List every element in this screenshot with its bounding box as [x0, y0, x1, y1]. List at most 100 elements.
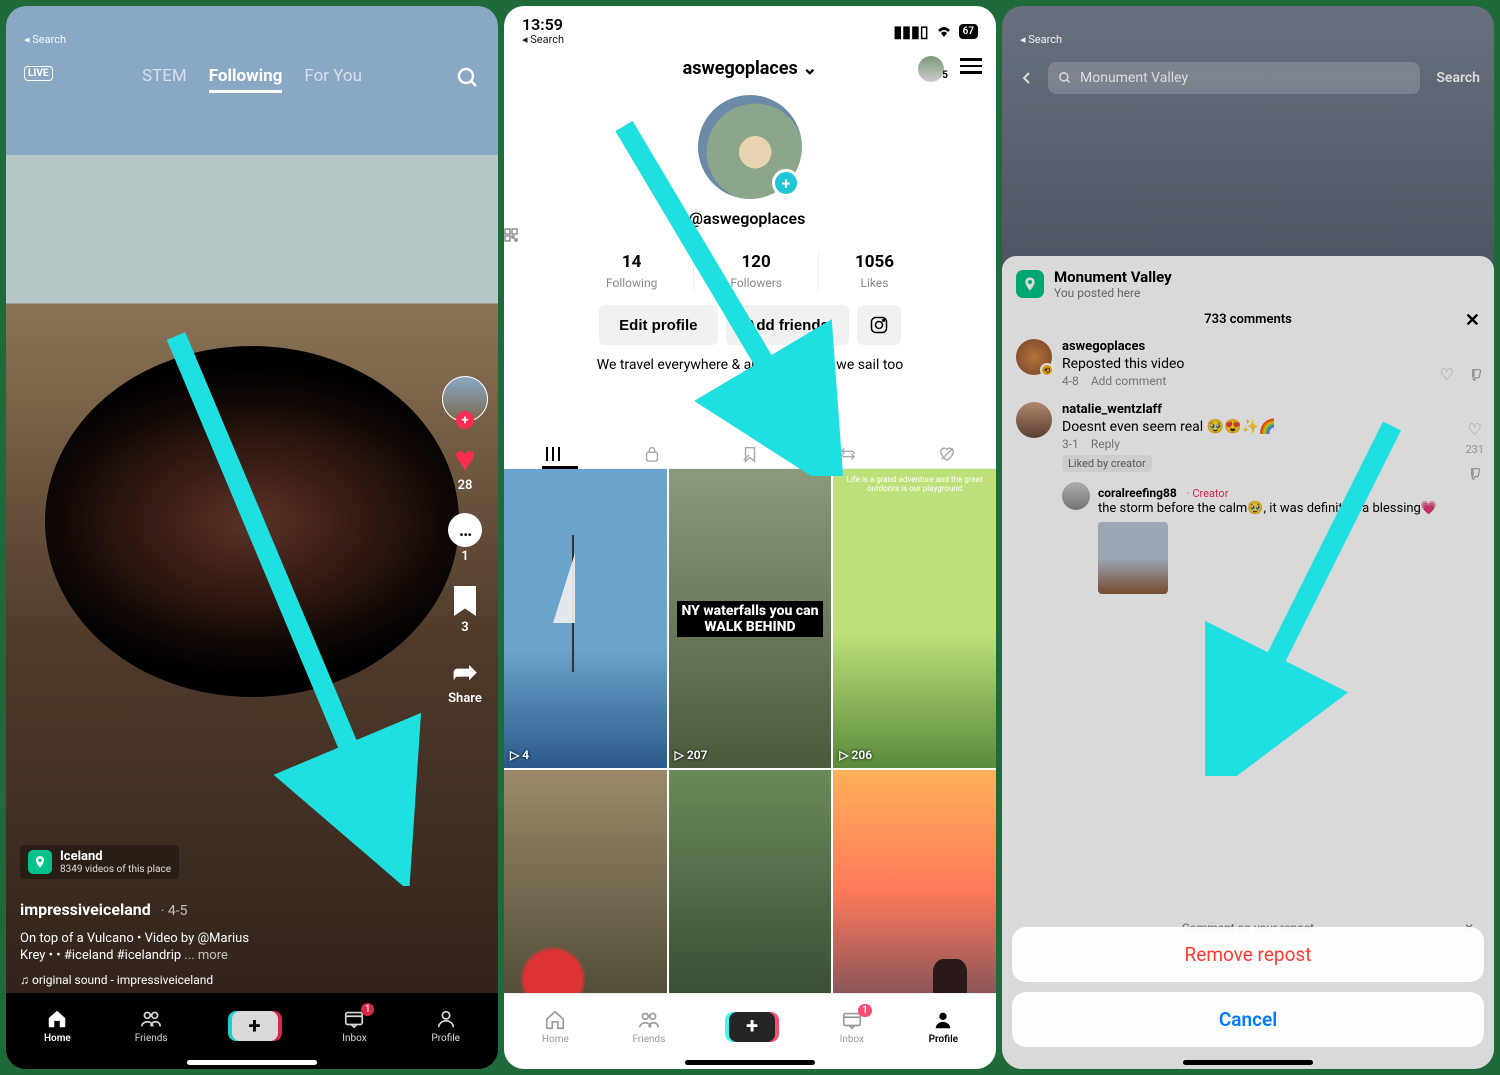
- comment-reactions: ♡ 231: [1465, 420, 1484, 482]
- action-sheet: Remove repost Cancel: [1012, 927, 1484, 1047]
- nav-create[interactable]: +: [729, 1012, 775, 1042]
- nav-profile[interactable]: Profile: [929, 1009, 959, 1045]
- location-row[interactable]: Monument Valley You posted here: [1016, 268, 1480, 300]
- tab-following[interactable]: Following: [209, 66, 283, 93]
- reply-item[interactable]: coralreefing88 · Creator the storm befor…: [1062, 482, 1480, 594]
- like-button[interactable]: ♥ 28: [446, 440, 484, 493]
- battery-icon: 67: [959, 24, 978, 39]
- tab-foryou[interactable]: For You: [304, 66, 362, 93]
- stat-likes[interactable]: 1056Likes: [855, 252, 894, 291]
- reply-thumbnail[interactable]: [1098, 522, 1168, 594]
- tab-grid[interactable]: [533, 440, 573, 468]
- cancel-button[interactable]: Cancel: [1012, 992, 1484, 1047]
- share-icon: ➦: [446, 653, 484, 691]
- comments-header: 733 comments ✕: [1016, 312, 1480, 327]
- back-icon[interactable]: [1016, 67, 1038, 89]
- comment-icon: [448, 513, 482, 547]
- search-icon[interactable]: [456, 66, 480, 90]
- qr-icon[interactable]: [504, 228, 996, 242]
- panel-profile: 13:59 ◂ Search ▮▮▮▯ 67 aswegoplaces ⌄ 5 …: [504, 6, 996, 1069]
- post-date: · 4-5: [161, 903, 188, 919]
- profile-avatar[interactable]: +: [698, 95, 802, 199]
- instagram-icon: [869, 315, 889, 335]
- creator-avatar[interactable]: +: [442, 376, 488, 422]
- location-sub: You posted here: [1054, 286, 1172, 300]
- nav-inbox[interactable]: 1 Inbox: [839, 1009, 865, 1045]
- nav-create[interactable]: +: [232, 1011, 278, 1041]
- username-dropdown[interactable]: aswegoplaces ⌄: [683, 58, 818, 79]
- instagram-button[interactable]: [857, 305, 901, 345]
- sound-row[interactable]: ♫ original sound - impressiveiceland: [20, 973, 213, 987]
- plus-icon: +: [232, 1011, 278, 1041]
- dislike-icon[interactable]: [1468, 367, 1484, 383]
- profile-content-tabs: [504, 432, 996, 469]
- reply-link[interactable]: Reply: [1091, 437, 1120, 451]
- grid-overlay-text: Life is a grand adventure and the great …: [839, 475, 990, 493]
- like-icon[interactable]: ♡: [1440, 365, 1454, 384]
- grid-item[interactable]: Life is a grand adventure and the great …: [833, 469, 996, 768]
- profile-handle: @aswegoplaces: [504, 209, 996, 242]
- menu-icon[interactable]: [960, 58, 982, 74]
- nav-friends[interactable]: Friends: [633, 1009, 666, 1045]
- stat-followers[interactable]: 120Followers: [730, 252, 782, 291]
- nav-inbox[interactable]: 1 Inbox: [341, 1008, 367, 1044]
- heart-icon: ♥: [446, 440, 484, 478]
- tab-reposts[interactable]: [828, 440, 868, 468]
- reply-text: the storm before the calm🥹, it was defin…: [1098, 501, 1437, 516]
- qa-link[interactable]: ❓Q&A: [504, 406, 996, 422]
- nav-home[interactable]: Home: [44, 1008, 71, 1044]
- profile-bio: We travel everywhere & anywhere, and we …: [504, 357, 996, 373]
- nav-friends[interactable]: Friends: [135, 1008, 168, 1044]
- profile-icon: [433, 1008, 459, 1030]
- grid-item[interactable]: ▷ 4: [504, 469, 667, 768]
- comment-avatar[interactable]: [1016, 402, 1052, 438]
- pin-icon: [28, 850, 52, 874]
- video-grid: ▷ 4 NY waterfalls you can WALK BEHIND ▷ …: [504, 469, 996, 1069]
- caption[interactable]: On top of a Vulcano • Video by @Marius K…: [20, 930, 408, 965]
- reply-avatar[interactable]: [1062, 482, 1090, 510]
- bookmark-button[interactable]: 3: [446, 582, 484, 635]
- grid-overlay-text: NY waterfalls you can WALK BEHIND: [677, 601, 824, 637]
- bookmark-count: 3: [461, 620, 468, 635]
- more-link[interactable]: ... more: [184, 948, 228, 963]
- nav-profile[interactable]: Profile: [431, 1008, 460, 1044]
- search-go[interactable]: Search: [1436, 70, 1480, 86]
- breadcrumb-back[interactable]: ◂ Search: [522, 34, 564, 46]
- account-switch-avatar[interactable]: [918, 56, 944, 82]
- comment-user[interactable]: natalie_wentzlaff: [1062, 402, 1440, 417]
- like-icon[interactable]: ♡: [1468, 420, 1482, 439]
- tab-saved[interactable]: [730, 440, 770, 468]
- dislike-icon[interactable]: [1467, 466, 1483, 482]
- comment-user[interactable]: aswegoplaces: [1062, 339, 1440, 354]
- action-rail: + ♥ 28 1 3 ➦ Share: [442, 376, 488, 706]
- nav-home[interactable]: Home: [542, 1009, 569, 1045]
- stat-following[interactable]: 14Following: [606, 252, 657, 291]
- add-comment-link[interactable]: Add comment: [1091, 374, 1166, 388]
- breadcrumb-back[interactable]: ◂ Search: [24, 34, 66, 46]
- location-chip[interactable]: Iceland 8349 videos of this place: [20, 845, 179, 879]
- panel-feed: 13:59 ◂ Search ▮▮▮▯ 67 LIVE STEM Followi…: [6, 6, 498, 1069]
- share-button[interactable]: ➦ Share: [446, 653, 484, 706]
- add-friends-button[interactable]: Add friends: [726, 305, 849, 345]
- tab-stem[interactable]: STEM: [142, 66, 187, 93]
- search-field[interactable]: Monument Valley: [1048, 62, 1420, 94]
- close-icon[interactable]: ✕: [1465, 310, 1480, 331]
- comment-date: 3-1: [1062, 437, 1079, 451]
- comment-item[interactable]: ⟲ aswegoplaces Reposted this video 4-8 A…: [1016, 339, 1480, 388]
- comment-avatar[interactable]: ⟲: [1016, 339, 1052, 375]
- add-story-icon[interactable]: +: [772, 169, 800, 197]
- breadcrumb-back[interactable]: ◂ Search: [1020, 34, 1062, 46]
- home-icon: [44, 1008, 70, 1030]
- comment-button[interactable]: 1: [446, 511, 484, 564]
- author-row[interactable]: impressiveiceland · 4-5: [20, 900, 187, 919]
- tab-liked[interactable]: [927, 440, 967, 468]
- creator-tag: · Creator: [1187, 487, 1229, 500]
- reply-user[interactable]: coralreefing88: [1098, 486, 1177, 500]
- grid-item[interactable]: NY waterfalls you can WALK BEHIND ▷ 207: [669, 469, 832, 768]
- edit-profile-button[interactable]: Edit profile: [599, 305, 717, 345]
- comment-item[interactable]: natalie_wentzlaff Doesnt even seem real …: [1016, 402, 1480, 472]
- follow-plus-icon[interactable]: +: [456, 411, 474, 429]
- remove-repost-button[interactable]: Remove repost: [1012, 927, 1484, 982]
- tab-private[interactable]: [632, 440, 672, 468]
- search-bar: Monument Valley Search: [1016, 62, 1480, 94]
